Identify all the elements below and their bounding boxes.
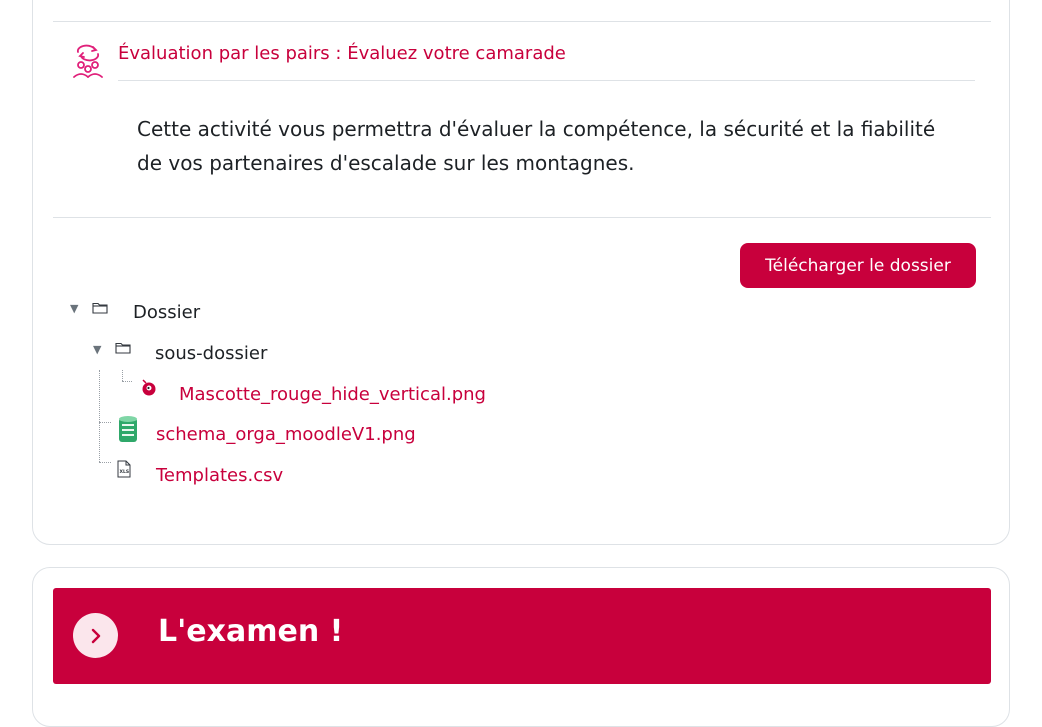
- tree-connector: [122, 370, 123, 381]
- download-folder-button[interactable]: Télécharger le dossier: [740, 243, 976, 288]
- folder-icon: [92, 302, 108, 314]
- image-icon: [119, 416, 137, 442]
- tree-connector: [99, 370, 100, 462]
- file-link[interactable]: Templates.csv: [156, 465, 283, 486]
- tree-collapse-icon[interactable]: ▼: [93, 343, 101, 356]
- file-link[interactable]: Mascotte_rouge_hide_vertical.png: [179, 384, 486, 405]
- chevron-right-icon: [91, 628, 100, 643]
- svg-text:XLS: XLS: [120, 469, 130, 475]
- section-title[interactable]: L'examen !: [158, 614, 343, 649]
- tree-connector: [99, 422, 111, 423]
- tree-connector: [99, 462, 111, 463]
- activity-title-link[interactable]: Évaluation par les pairs : Évaluez votre…: [118, 43, 566, 64]
- activity-title-underline: [118, 80, 975, 81]
- section-toggle-button[interactable]: [73, 613, 118, 658]
- spreadsheet-icon: XLS: [117, 460, 131, 478]
- divider-top: [53, 21, 991, 22]
- activity-description: Cette activité vous permettra d'évaluer …: [137, 117, 936, 175]
- tree-subfolder-label[interactable]: sous-dossier: [155, 343, 267, 364]
- folder-icon: [115, 342, 131, 354]
- file-link[interactable]: schema_orga_moodleV1.png: [156, 424, 416, 445]
- peer-assessment-icon: [73, 44, 103, 78]
- tree-root-folder-label[interactable]: Dossier: [133, 302, 200, 323]
- tree-collapse-icon[interactable]: ▼: [70, 302, 78, 315]
- image-icon: [142, 379, 156, 396]
- tree-connector: [122, 381, 132, 382]
- divider-middle: [53, 217, 991, 218]
